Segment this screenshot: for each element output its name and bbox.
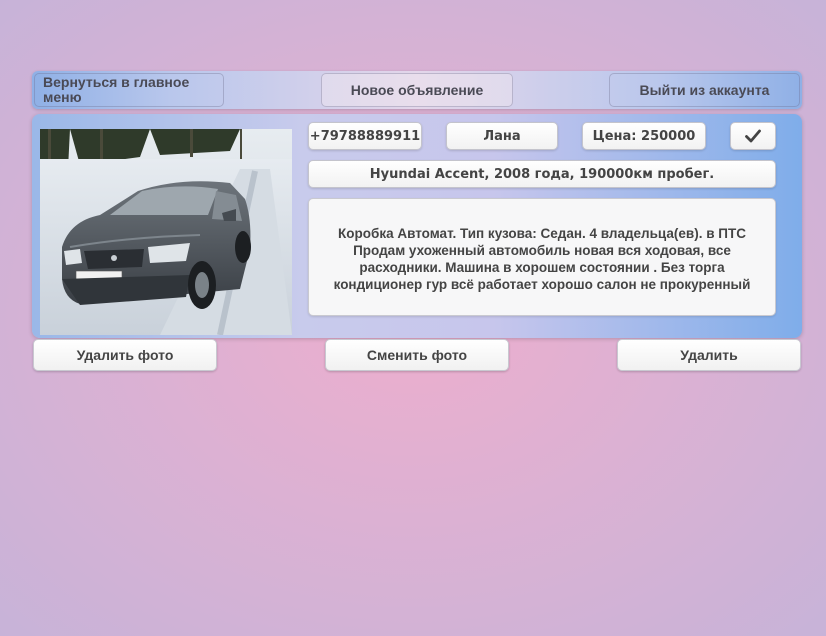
listing-description-value: Коробка Автомат. Тип кузова: Седан. 4 вл… <box>333 226 751 292</box>
change-photo-button[interactable]: Сменить фото <box>325 339 509 371</box>
seller-name-field: Лана <box>446 122 558 150</box>
back-to-main-menu-label: Вернуться в главное меню <box>43 74 190 105</box>
new-ad-button[interactable]: Новое объявление <box>321 73 513 107</box>
new-ad-label: Новое объявление <box>350 82 484 98</box>
seller-name-value: Лана <box>483 128 521 144</box>
logout-button[interactable]: Выйти из аккаунта <box>609 73 800 107</box>
price-field: Цена: 250000 <box>582 122 706 150</box>
logout-label: Выйти из аккаунта <box>639 82 770 98</box>
price-value: Цена: 250000 <box>592 128 696 144</box>
top-navigation-bar: Вернуться в главное меню Новое объявлени… <box>32 71 802 109</box>
change-photo-label: Сменить фото <box>366 347 468 363</box>
phone-field: +79788889911 <box>308 122 422 150</box>
back-to-main-menu-button[interactable]: Вернуться в главное меню <box>34 73 224 107</box>
check-icon <box>745 129 761 143</box>
delete-listing-button[interactable]: Удалить <box>617 339 801 371</box>
phone-value: +79788889911 <box>309 128 421 144</box>
delete-listing-label: Удалить <box>680 347 738 363</box>
listing-title-field: Hyundai Accent, 2008 года, 190000км проб… <box>308 160 776 188</box>
car-photo-image <box>40 129 292 335</box>
listing-card: +79788889911 Лана Цена: 250000 Hyundai A… <box>32 114 802 338</box>
confirm-button[interactable] <box>730 122 776 150</box>
car-photo <box>40 129 292 335</box>
listing-title-value: Hyundai Accent, 2008 года, 190000км проб… <box>369 166 715 182</box>
delete-photo-button[interactable]: Удалить фото <box>33 339 217 371</box>
delete-photo-label: Удалить фото <box>76 347 174 363</box>
listing-description-field: Коробка Автомат. Тип кузова: Седан. 4 вл… <box>308 198 776 316</box>
